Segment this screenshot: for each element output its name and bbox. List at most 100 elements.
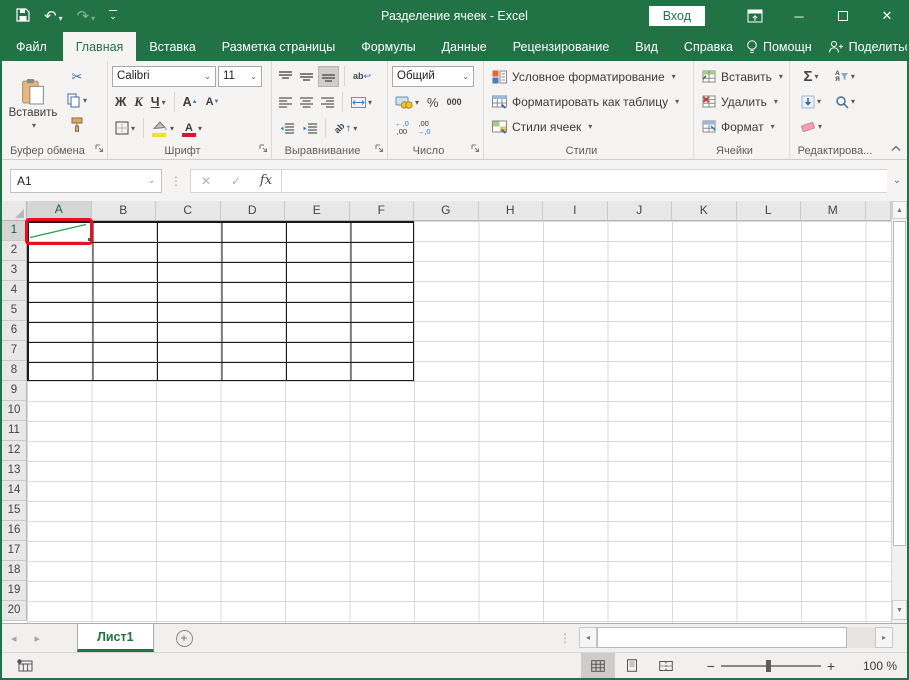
previous-sheet-button[interactable]: ◂ <box>2 624 26 652</box>
row-header[interactable]: 2 <box>2 241 27 261</box>
horizontal-scrollbar[interactable]: ⋮ ◂ ▸ <box>559 627 893 648</box>
column-header[interactable]: I <box>543 201 608 221</box>
accounting-format-button[interactable]: ▾ <box>392 92 422 113</box>
zoom-slider-thumb[interactable] <box>766 660 771 672</box>
row-header[interactable]: 12 <box>2 441 27 461</box>
normal-view-button[interactable] <box>581 653 615 678</box>
ribbon-tab[interactable]: Формулы <box>348 32 428 61</box>
horizontal-scrollbar-track[interactable] <box>847 627 875 648</box>
format-painter-button[interactable] <box>64 114 90 135</box>
increase-decimal-button[interactable]: ←,0,00 <box>392 118 412 139</box>
cut-button[interactable]: ✂ <box>64 66 90 87</box>
ribbon-tab[interactable]: Разметка страницы <box>209 32 348 61</box>
column-header[interactable]: H <box>479 201 544 221</box>
column-header[interactable]: L <box>737 201 802 221</box>
formula-bar-resize-handle[interactable]: ⋮ <box>170 174 182 188</box>
row-header[interactable]: 7 <box>2 341 27 361</box>
page-break-view-button[interactable] <box>649 653 683 678</box>
horizontal-scrollbar-thumb[interactable] <box>597 627 847 648</box>
column-header-partial[interactable] <box>866 201 892 221</box>
column-header[interactable]: J <box>608 201 673 221</box>
comma-style-button[interactable]: 000 <box>444 92 465 113</box>
share-button[interactable]: Поделиться <box>828 40 909 54</box>
row-header[interactable]: 5 <box>2 301 27 321</box>
enter-button[interactable]: ✓ <box>221 174 251 188</box>
row-header[interactable]: 19 <box>2 581 27 601</box>
row-header[interactable]: 16 <box>2 521 27 541</box>
ribbon-tab[interactable]: Вид <box>622 32 671 61</box>
tab-scrollbar-splitter[interactable]: ⋮ <box>559 631 571 645</box>
zoom-out-button[interactable]: − <box>701 658 721 674</box>
close-button[interactable]: ✕ <box>865 0 909 32</box>
redo-button[interactable]: ↷▾ <box>77 9 96 24</box>
row-header[interactable]: 6 <box>2 321 27 341</box>
page-layout-view-button[interactable] <box>615 653 649 678</box>
align-center-button[interactable] <box>297 92 316 113</box>
cancel-button[interactable]: ✕ <box>191 174 221 188</box>
font-family-combo[interactable]: Calibri⌄ <box>112 66 216 87</box>
row-header[interactable]: 13 <box>2 461 27 481</box>
column-header[interactable]: E <box>285 201 350 221</box>
row-header[interactable]: 4 <box>2 281 27 301</box>
delete-cells-button[interactable]: Удалить▾ <box>698 89 787 114</box>
sort-filter-button[interactable]: АЯ▾ <box>828 66 862 87</box>
underline-button[interactable]: Ч▾ <box>148 92 169 113</box>
row-header[interactable]: 1 <box>2 221 27 241</box>
column-header[interactable]: K <box>672 201 737 221</box>
align-top-button[interactable] <box>276 66 295 87</box>
ribbon-tab[interactable]: Вставка <box>136 32 208 61</box>
ribbon-tab[interactable]: Файл <box>0 32 63 61</box>
maximize-button[interactable] <box>821 0 865 32</box>
wrap-text-button[interactable]: ab↩ <box>350 66 374 87</box>
next-sheet-button[interactable]: ▸ <box>26 624 50 652</box>
align-left-button[interactable] <box>276 92 295 113</box>
row-header[interactable]: 10 <box>2 401 27 421</box>
row-header[interactable]: 20 <box>2 601 27 621</box>
align-bottom-button[interactable] <box>318 66 339 87</box>
ribbon-display-options-button[interactable] <box>733 0 777 32</box>
column-header[interactable]: F <box>350 201 415 221</box>
column-header[interactable]: M <box>801 201 866 221</box>
ribbon-tab[interactable]: Справка <box>671 32 746 61</box>
autosum-button[interactable]: Σ▾ <box>794 66 828 87</box>
fill-color-button[interactable]: ▾ <box>149 118 177 139</box>
row-header[interactable]: 14 <box>2 481 27 501</box>
ribbon-tab[interactable]: Рецензирование <box>500 32 623 61</box>
paste-button[interactable]: Вставить ▾ <box>6 64 60 142</box>
scroll-up-button[interactable]: ▲ <box>892 201 907 219</box>
row-header[interactable]: 3 <box>2 261 27 281</box>
merge-center-button[interactable]: ▾ <box>348 92 375 113</box>
row-header[interactable]: 17 <box>2 541 27 561</box>
collapse-ribbon-button[interactable] <box>891 141 901 155</box>
align-middle-button[interactable] <box>297 66 316 87</box>
italic-button[interactable]: К <box>131 92 145 113</box>
vertical-scrollbar[interactable]: ▲ ▼ <box>891 201 907 623</box>
insert-function-button[interactable]: fx <box>251 173 281 188</box>
zoom-slider[interactable] <box>721 665 821 667</box>
decrease-font-size-button[interactable]: А▼ <box>203 92 223 113</box>
decrease-indent-button[interactable] <box>276 118 297 139</box>
font-size-combo[interactable]: 11⌄ <box>218 66 262 87</box>
save-button[interactable] <box>16 8 30 25</box>
name-box[interactable]: A1⌄ <box>10 169 162 193</box>
assistant-button[interactable]: Помощн <box>746 39 812 55</box>
format-cells-button[interactable]: Формат▾ <box>698 114 787 139</box>
fill-handle[interactable] <box>87 237 92 242</box>
font-color-button[interactable]: А▾ <box>179 118 205 139</box>
format-as-table-button[interactable]: Форматировать как таблицу▾ <box>488 89 691 114</box>
row-header[interactable]: 18 <box>2 561 27 581</box>
insert-cells-button[interactable]: Вставить▾ <box>698 64 787 89</box>
column-header[interactable]: G <box>414 201 479 221</box>
vertical-scrollbar-thumb[interactable] <box>893 221 906 546</box>
expand-formula-bar-button[interactable]: ⌄ <box>887 175 907 186</box>
percent-style-button[interactable]: % <box>424 92 442 113</box>
macro-record-button[interactable] <box>16 659 33 672</box>
undo-button[interactable]: ↶▾ <box>44 9 63 24</box>
scroll-right-button[interactable]: ▸ <box>875 627 893 648</box>
clear-button[interactable]: ▾ <box>794 116 828 137</box>
scroll-down-button[interactable]: ▼ <box>892 600 907 620</box>
orientation-button[interactable]: ab↗▾ <box>331 118 360 139</box>
sign-in-button[interactable]: Вход <box>649 6 705 26</box>
fill-button[interactable]: ▾ <box>794 91 828 112</box>
column-header[interactable]: B <box>92 201 157 221</box>
